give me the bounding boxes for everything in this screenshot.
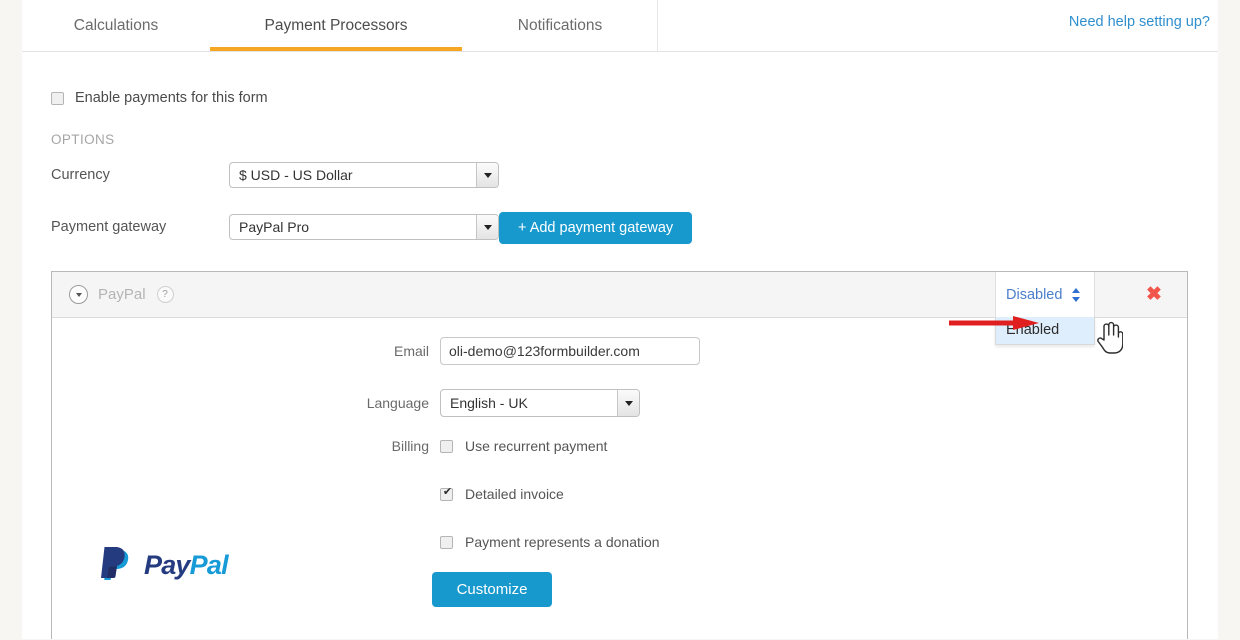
tab-notifications[interactable]: Notifications (462, 0, 658, 51)
currency-select[interactable]: $ USD - US Dollar (229, 162, 499, 188)
status-option-enabled[interactable]: Enabled (996, 317, 1094, 344)
currency-row: Currency $ USD - US Dollar (51, 162, 499, 188)
triangle-down-icon (75, 292, 82, 297)
use-recurrent-payment-label: Use recurrent payment (465, 438, 608, 454)
need-help-link[interactable]: Need help setting up? (1069, 14, 1210, 30)
tab-calculations[interactable]: Calculations (22, 0, 210, 51)
payment-gateway-select[interactable]: PayPal Pro (229, 214, 499, 240)
status-select-wrapper: Disabled Enabled (995, 272, 1095, 345)
tab-payment-processors[interactable]: Payment Processors (210, 0, 462, 51)
language-row: Language English - UK (361, 389, 640, 417)
content-area: Enable payments for this form OPTIONS Cu… (22, 52, 1218, 639)
collapse-toggle-icon[interactable] (69, 285, 88, 304)
billing-row-recurrent: Billing Use recurrent payment (361, 438, 608, 454)
tab-notifications-label: Notifications (517, 16, 603, 34)
paypal-status-select[interactable]: Disabled (995, 272, 1095, 317)
paypal-status-value: Disabled (1006, 286, 1063, 303)
payment-gateway-row: Payment gateway PayPal Pro (51, 214, 499, 240)
currency-select-value: $ USD - US Dollar (239, 167, 353, 183)
customize-button[interactable]: Customize (432, 572, 552, 607)
payment-gateway-dropdown-button[interactable] (476, 215, 498, 239)
billing-row-detailed-invoice: Detailed invoice (361, 486, 564, 502)
tab-calculations-label: Calculations (73, 16, 159, 34)
language-dropdown-button[interactable] (617, 390, 639, 416)
payment-gateway-label: Payment gateway (51, 219, 167, 235)
paypal-panel-header: PayPal ? Disabled Enabled ✖ (52, 272, 1187, 345)
options-section-title: OPTIONS (51, 132, 115, 147)
delete-processor-icon[interactable]: ✖ (1136, 272, 1172, 317)
detailed-invoice-label: Detailed invoice (465, 486, 564, 502)
detailed-invoice-checkbox[interactable] (440, 486, 454, 501)
chevron-down-icon (483, 224, 492, 230)
paypal-mark-icon (101, 547, 129, 580)
enable-payments-checkbox[interactable] (51, 91, 64, 105)
paypal-processor-panel: PayPal ? Disabled Enabled ✖ PayPal Email… (51, 271, 1188, 639)
payment-donation-label: Payment represents a donation (465, 534, 660, 550)
stepper-arrows-icon (1072, 287, 1081, 303)
email-row: Email (361, 337, 700, 365)
paypal-panel-title: PayPal (98, 286, 146, 303)
chevron-down-icon (624, 400, 633, 406)
language-label: Language (366, 395, 429, 411)
paypal-wordmark-pal: Pal (189, 549, 229, 580)
paypal-panel-body: PayPal Email Language English - UK (52, 318, 1187, 640)
tab-list: Calculations Payment Processors Notifica… (22, 0, 657, 51)
paypal-status-options-list: Enabled (995, 317, 1095, 345)
paypal-wordmark-pay: Pay (144, 549, 190, 580)
help-question-icon[interactable]: ? (156, 286, 174, 303)
language-select[interactable]: English - UK (440, 389, 640, 417)
paypal-logo: PayPal (101, 546, 229, 584)
payment-gateway-select-value: PayPal Pro (239, 219, 310, 235)
currency-dropdown-button[interactable] (476, 163, 498, 187)
billing-row-donation: Payment represents a donation (361, 534, 660, 550)
email-label: Email (393, 343, 429, 359)
paypal-wordmark: PayPal (144, 549, 229, 581)
page-container: Calculations Payment Processors Notifica… (22, 0, 1218, 639)
payment-donation-checkbox[interactable] (440, 535, 453, 549)
tab-bar: Calculations Payment Processors Notifica… (22, 0, 658, 51)
enable-payments-row: Enable payments for this form (51, 90, 268, 106)
enable-payments-label: Enable payments for this form (75, 90, 268, 106)
tab-payment-processors-label: Payment Processors (264, 16, 408, 34)
chevron-down-icon (483, 172, 492, 178)
billing-label: Billing (391, 438, 429, 454)
use-recurrent-payment-checkbox[interactable] (440, 439, 453, 453)
email-input[interactable] (440, 337, 700, 365)
add-payment-gateway-button[interactable]: + Add payment gateway (499, 212, 693, 244)
currency-label: Currency (51, 167, 110, 183)
language-select-value: English - UK (450, 395, 528, 411)
